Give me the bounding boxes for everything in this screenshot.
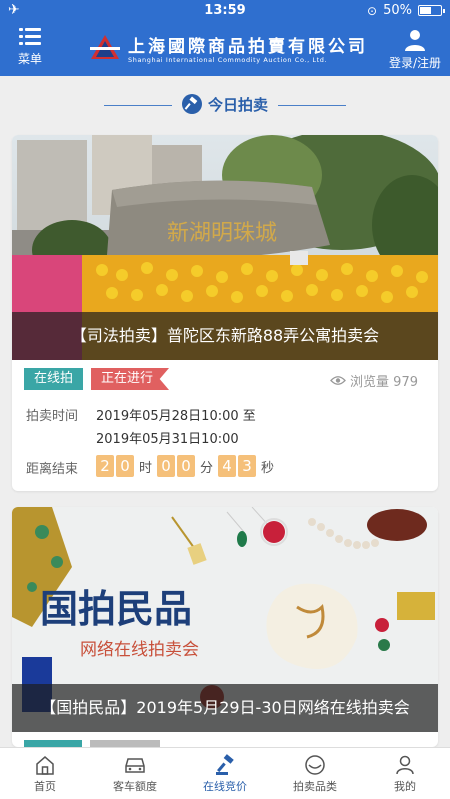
bottom-tab-bar: 首页 客车额度 在线竞价 拍卖品类 我的 <box>0 747 450 799</box>
auction-time-end: 2019年05月31日10:00 <box>96 432 239 447</box>
user-icon <box>405 30 425 51</box>
auction-card[interactable]: 新湖明珠城 【司法拍卖】普陀区东新路88弄公寓拍卖会 在线拍 正在进行 浏览量 … <box>12 135 438 491</box>
countdown-timer: 2 0 时 0 0 分 4 3 秒 <box>96 455 279 477</box>
login-register-label: 登录/注册 <box>388 56 442 70</box>
home-icon <box>36 756 54 775</box>
countdown-digit: 4 <box>218 455 237 477</box>
auction-time-label: 拍卖时间 <box>26 409 79 424</box>
auction-photo: 国拍民品 网络在线拍卖会 【国拍民品】2019年5月29日-30日网络在线拍卖会 <box>12 507 438 732</box>
countdown-unit-minute: 分 <box>200 460 214 476</box>
banner-subtitle: 网络在线拍卖会 <box>80 640 199 660</box>
menu-button[interactable]: 菜单 <box>10 28 50 67</box>
company-name-cn: 上海國際商品拍賣有限公司 <box>128 37 368 57</box>
company-name-en: Shanghai International Commodity Auction… <box>128 56 328 64</box>
company-logo-mark <box>90 35 120 59</box>
car-icon <box>125 758 145 773</box>
login-register-button[interactable]: 登录/注册 <box>384 28 446 71</box>
view-count: 浏览量 979 <box>330 371 418 390</box>
tab-home-label: 首页 <box>34 780 56 793</box>
gavel-icon <box>216 754 234 775</box>
tab-mine[interactable]: 我的 <box>360 748 450 799</box>
battery-icon <box>418 5 445 16</box>
gavel-icon <box>181 94 202 114</box>
countdown-digit: 0 <box>157 455 176 477</box>
tab-categories[interactable]: 拍卖品类 <box>270 748 360 799</box>
menu-icon <box>19 28 41 46</box>
status-bar: ✈ 13:59 ⊙ 50% <box>0 0 450 22</box>
countdown-unit-second: 秒 <box>261 460 275 476</box>
bowl-icon <box>305 755 325 775</box>
countdown-label-row: 距离结束 <box>26 458 78 477</box>
view-count-label: 浏览量 979 <box>350 375 418 390</box>
orientation-lock-icon: ⊙ <box>367 3 378 18</box>
auction-card[interactable]: 国拍民品 网络在线拍卖会 【国拍民品】2019年5月29日-30日网络在线拍卖会 <box>12 507 438 747</box>
section-title-text: 今日拍卖 <box>207 96 268 114</box>
battery-percent: 50% <box>383 3 412 18</box>
tab-online-bidding-label: 在线竞价 <box>203 780 247 793</box>
countdown-digit: 0 <box>177 455 196 477</box>
section-title: 今日拍卖 <box>0 90 450 120</box>
tab-mine-label: 我的 <box>394 780 416 793</box>
app-header: 菜单 上海國際商品拍賣有限公司 Shanghai International C… <box>0 22 450 76</box>
company-logo: 上海國際商品拍賣有限公司 Shanghai International Comm… <box>90 30 370 68</box>
countdown-unit-hour: 时 <box>139 460 153 476</box>
user-icon <box>396 755 414 775</box>
auction-time-row: 拍卖时间 2019年05月28日10:00 至 <box>26 405 256 424</box>
online-auction-tag: 在线拍 <box>24 368 84 390</box>
auction-title[interactable]: 【司法拍卖】普陀区东新路88弄公寓拍卖会 <box>12 312 438 360</box>
tab-online-bidding[interactable]: 在线竞价 <box>180 748 270 799</box>
tab-car-quota[interactable]: 客车额度 <box>90 748 180 799</box>
banner-title: 国拍民品 <box>40 586 192 631</box>
stone-engraving: 新湖明珠城 <box>167 221 277 246</box>
countdown-digit: 2 <box>96 455 114 477</box>
auction-time-start: 2019年05月28日10:00 至 <box>96 409 256 424</box>
countdown-label: 距离结束 <box>26 462 79 477</box>
tab-home[interactable]: 首页 <box>0 748 90 799</box>
countdown-digit: 3 <box>238 455 257 477</box>
tab-car-quota-label: 客车额度 <box>113 780 157 793</box>
menu-label: 菜单 <box>17 52 42 66</box>
countdown-digit: 0 <box>116 455 134 477</box>
auction-photo: 新湖明珠城 【司法拍卖】普陀区东新路88弄公寓拍卖会 <box>12 135 438 360</box>
status-tag <box>90 740 160 747</box>
tab-categories-label: 拍卖品类 <box>293 780 337 793</box>
auction-title[interactable]: 【国拍民品】2019年5月29日-30日网络在线拍卖会 <box>12 684 438 732</box>
online-auction-tag <box>24 740 82 747</box>
in-progress-tag: 正在进行 <box>91 368 170 390</box>
eye-icon <box>330 376 346 385</box>
